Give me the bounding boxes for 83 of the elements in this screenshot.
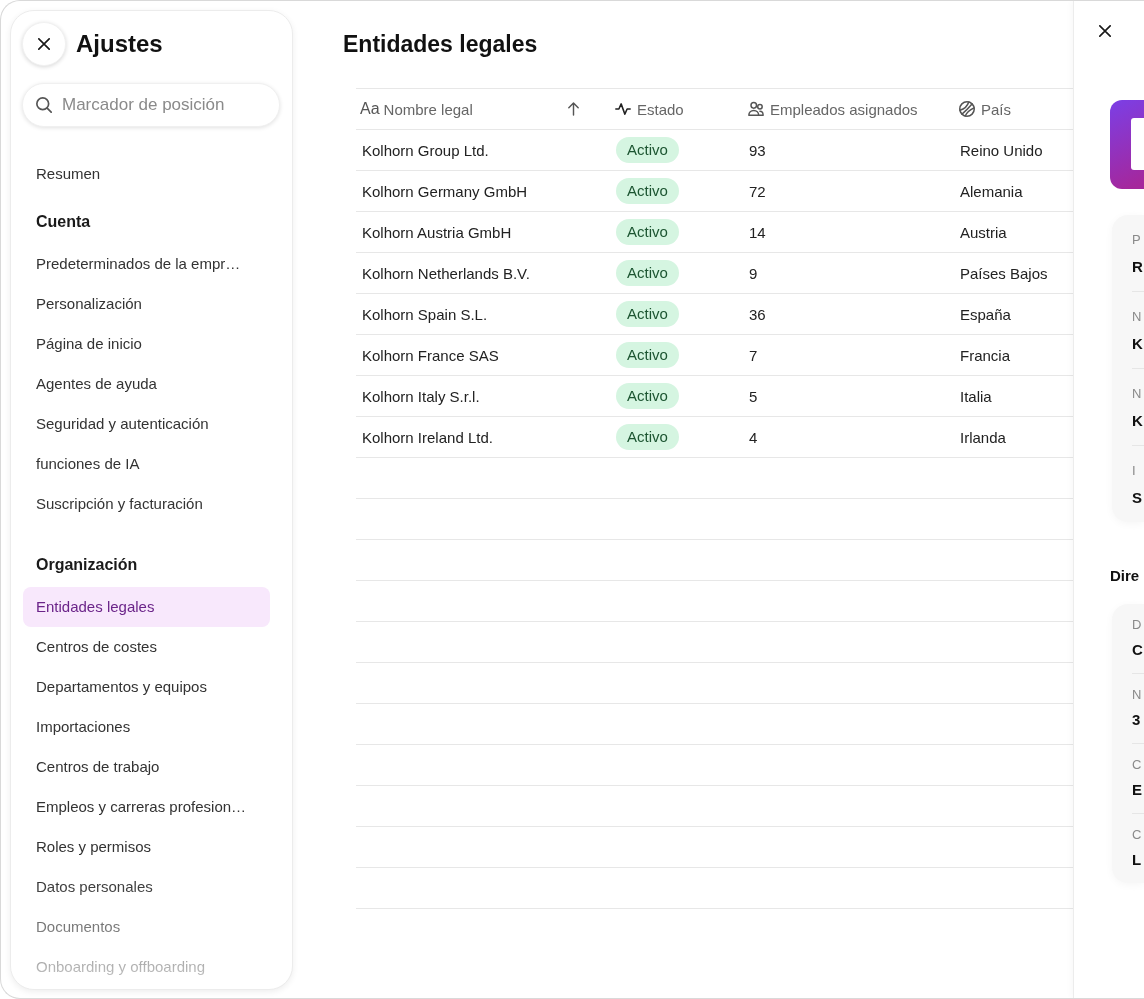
sidebar-item[interactable]: Resumen (23, 154, 270, 194)
page-title: Entidades legales (343, 30, 539, 59)
field-label: C (1132, 756, 1143, 774)
sidebar-item[interactable]: Datos personales (23, 867, 270, 907)
field-value: K (1132, 334, 1144, 354)
employee-count: 14 (749, 223, 766, 241)
sidebar-item[interactable]: Personalización (23, 284, 270, 324)
entity-name: Kolhorn Germany GmbH (362, 182, 528, 200)
entity-name: Kolhorn Spain S.L. (362, 305, 488, 323)
entity-name: Kolhorn Group Ltd. (362, 141, 489, 159)
employee-count: 36 (749, 305, 766, 323)
sidebar-item[interactable]: Predeterminados de la empr… (23, 244, 270, 284)
status-badge: Activo (616, 178, 679, 204)
column-header[interactable]: Estado (602, 89, 735, 129)
pulse-icon (615, 101, 631, 117)
country-name: Austria (960, 223, 1007, 241)
field-value: L (1132, 850, 1143, 870)
column-header[interactable]: Empleados asignados (735, 89, 946, 129)
field-label: N (1132, 308, 1143, 326)
status-badge: Activo (616, 342, 679, 368)
entity-name: Kolhorn Ireland Ltd. (362, 428, 493, 446)
status-badge: Activo (616, 219, 679, 245)
sidebar-item[interactable]: Centros de trabajo (23, 747, 270, 787)
sidebar-item[interactable]: Importaciones (23, 707, 270, 747)
sidebar-item[interactable]: Agentes de ayuda (23, 364, 270, 404)
field-value: R (1132, 257, 1144, 277)
country-name: Países Bajos (960, 264, 1048, 282)
field-value: K (1132, 411, 1144, 431)
country-name: Reino Unido (960, 141, 1043, 159)
people-icon (748, 101, 764, 117)
sidebar-item[interactable]: Departamentos y equipos (23, 667, 270, 707)
employee-count: 7 (749, 346, 758, 364)
section-heading: Dire (1110, 566, 1140, 586)
entity-name: Kolhorn Netherlands B.V. (362, 264, 530, 282)
column-header[interactable]: País (946, 89, 1073, 129)
status-badge: Activo (616, 137, 679, 163)
field-label: P (1132, 231, 1142, 249)
employee-count: 9 (749, 264, 758, 282)
employee-count: 93 (749, 141, 766, 159)
sidebar-item[interactable]: Página de inicio (23, 324, 270, 364)
entity-name: Kolhorn Italy S.r.l. (362, 387, 480, 405)
text-type-icon: Aa (360, 100, 380, 118)
sidebar-item[interactable]: Documentos (23, 907, 270, 947)
sidebar-item[interactable]: Empleos y carreras profesion… (23, 787, 270, 827)
country-name: Alemania (960, 182, 1023, 200)
employee-count: 72 (749, 182, 766, 200)
entity-name: Kolhorn France SAS (362, 346, 499, 364)
close-button[interactable] (1099, 25, 1111, 37)
entity-name: Kolhorn Austria GmbH (362, 223, 512, 241)
employee-count: 5 (749, 387, 758, 405)
sidebar-title: Ajustes (76, 29, 163, 59)
search-field[interactable]: Marcador de posición (22, 83, 280, 127)
close-icon (38, 38, 50, 50)
section-heading: Cuenta (35, 212, 92, 232)
close-icon (1099, 25, 1111, 37)
sidebar-item[interactable]: Roles y permisos (23, 827, 270, 867)
country-name: España (960, 305, 1011, 323)
globe-icon (959, 101, 975, 117)
sidebar-item[interactable]: Centros de costes (23, 627, 270, 667)
search-icon (36, 97, 52, 113)
field-value: S (1132, 488, 1143, 508)
status-badge: Activo (616, 260, 679, 286)
field-label: D (1132, 616, 1143, 634)
sidebar-item[interactable]: Suscripción y facturación (23, 484, 270, 524)
column-header[interactable]: Aa Nombre legal (356, 89, 602, 129)
status-badge: Activo (616, 383, 679, 409)
section-heading: Organización (35, 555, 139, 575)
field-label: C (1132, 826, 1143, 844)
status-badge: Activo (616, 424, 679, 450)
field-label: I (1132, 462, 1137, 480)
sidebar-item[interactable]: Seguridad y autenticación (23, 404, 270, 444)
employee-count: 4 (749, 428, 758, 446)
country-name: Francia (960, 346, 1011, 364)
field-value: C (1132, 640, 1144, 660)
field-label: N (1132, 686, 1143, 704)
sidebar-item[interactable]: funciones de IA (23, 444, 270, 484)
field-label: N (1132, 385, 1143, 403)
status-badge: Activo (616, 301, 679, 327)
sidebar-item[interactable]: Entidades legales (23, 587, 270, 627)
country-name: Italia (960, 387, 992, 405)
country-name: Irlanda (960, 428, 1006, 446)
field-value: E (1132, 780, 1143, 800)
field-value: 3 (1132, 710, 1142, 730)
